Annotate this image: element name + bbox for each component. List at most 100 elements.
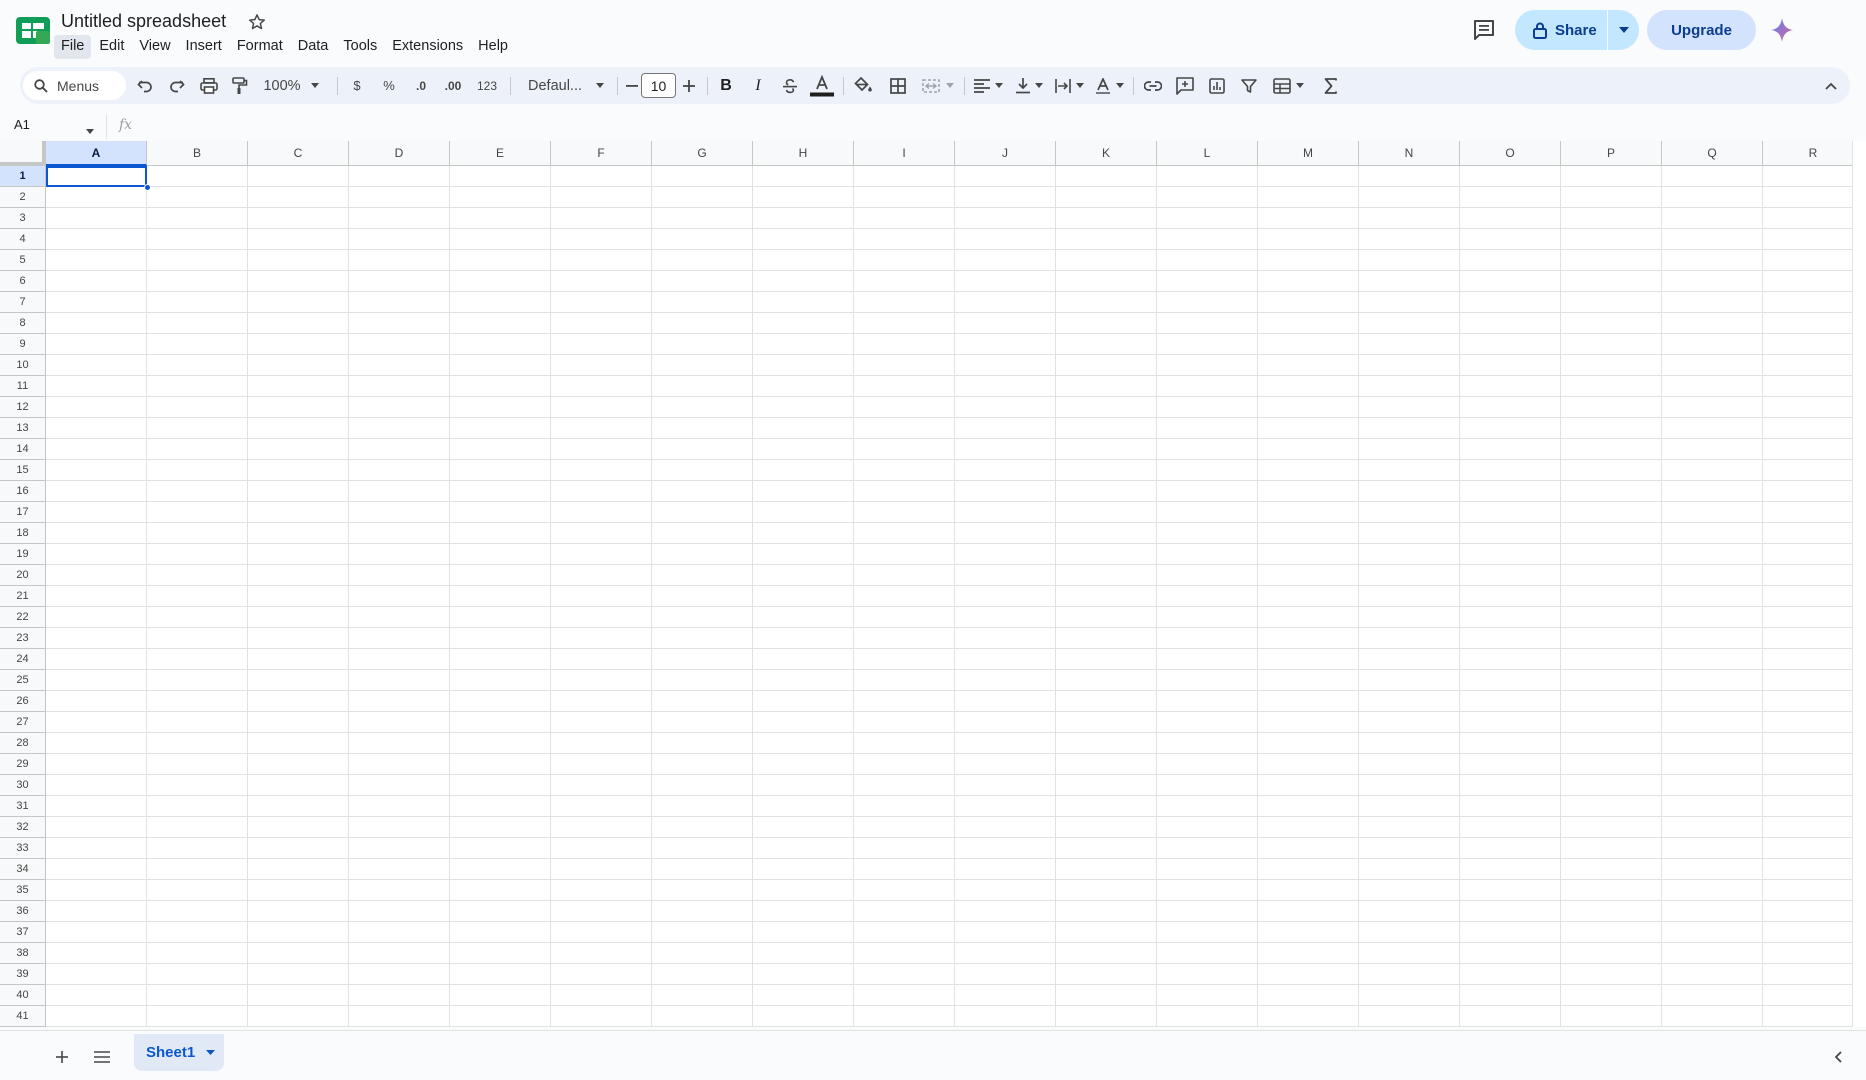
row-header[interactable]: 41 <box>0 1006 46 1027</box>
insert-link-icon[interactable] <box>1139 67 1167 104</box>
row-header[interactable]: 15 <box>0 460 46 481</box>
column-header[interactable]: F <box>551 141 652 166</box>
chevron-down-icon[interactable] <box>206 1050 216 1055</box>
row-header[interactable]: 6 <box>0 271 46 292</box>
column-header[interactable]: Q <box>1662 141 1763 166</box>
star-icon[interactable] <box>247 12 267 32</box>
row-header[interactable]: 35 <box>0 880 46 901</box>
row-header[interactable]: 29 <box>0 754 46 775</box>
italic-icon[interactable]: I <box>745 67 771 104</box>
paint-format-icon[interactable] <box>227 67 253 104</box>
functions-icon[interactable] <box>1317 67 1345 104</box>
fill-handle[interactable] <box>144 184 151 191</box>
all-sheets-icon[interactable] <box>90 1045 114 1069</box>
format-percent-button[interactable]: % <box>376 67 402 104</box>
column-header[interactable]: H <box>753 141 854 166</box>
undo-icon[interactable] <box>132 67 158 104</box>
upgrade-button[interactable]: Upgrade <box>1647 10 1756 50</box>
row-header[interactable]: 22 <box>0 607 46 628</box>
column-header[interactable]: O <box>1460 141 1561 166</box>
merge-cells-icon[interactable] <box>918 67 958 104</box>
row-header[interactable]: 31 <box>0 796 46 817</box>
comment-icon[interactable] <box>1472 18 1500 44</box>
row-header[interactable]: 38 <box>0 943 46 964</box>
insert-chart-icon[interactable] <box>1203 67 1231 104</box>
row-header[interactable]: 4 <box>0 229 46 250</box>
row-header[interactable]: 9 <box>0 334 46 355</box>
font-size-input[interactable]: 10 <box>641 73 676 98</box>
column-header[interactable]: J <box>955 141 1056 166</box>
row-header[interactable]: 5 <box>0 250 46 271</box>
column-header[interactable]: B <box>147 141 248 166</box>
row-header[interactable]: 16 <box>0 481 46 502</box>
row-header[interactable]: 39 <box>0 964 46 985</box>
bold-icon[interactable]: B <box>713 67 739 104</box>
increase-decimal-button[interactable]: .00 <box>438 67 468 104</box>
borders-icon[interactable] <box>884 67 912 104</box>
redo-icon[interactable] <box>164 67 190 104</box>
column-header[interactable]: R <box>1763 141 1864 166</box>
row-header[interactable]: 10 <box>0 355 46 376</box>
row-header[interactable]: 37 <box>0 922 46 943</box>
menu-insert[interactable]: Insert <box>179 35 229 59</box>
menu-edit[interactable]: Edit <box>92 35 131 59</box>
search-menus-button[interactable]: Menus <box>23 71 126 100</box>
collapse-sidepanel-icon[interactable] <box>1826 1045 1850 1069</box>
row-header[interactable]: 3 <box>0 208 46 229</box>
menu-help[interactable]: Help <box>471 35 515 59</box>
fill-color-icon[interactable] <box>850 67 878 104</box>
row-header[interactable]: 23 <box>0 628 46 649</box>
row-header[interactable]: 30 <box>0 775 46 796</box>
text-wrapping-icon[interactable] <box>1051 67 1087 104</box>
chevron-down-icon[interactable] <box>86 121 94 139</box>
row-header[interactable]: 14 <box>0 439 46 460</box>
row-header[interactable]: 8 <box>0 313 46 334</box>
text-color-icon[interactable] <box>808 67 836 104</box>
spreadsheet-grid[interactable]: ABCDEFGHIJKLMNOPQR 1 2 3 4 5 6 7 8 9 10 11 12 13 14 15… <box>0 141 1866 1027</box>
column-header[interactable]: I <box>854 141 955 166</box>
sheets-logo-icon[interactable] <box>16 17 50 44</box>
row-header[interactable]: 40 <box>0 985 46 1006</box>
increase-font-size-icon[interactable] <box>679 67 699 104</box>
filter-icon[interactable] <box>1235 67 1263 104</box>
column-header[interactable]: P <box>1561 141 1662 166</box>
row-header[interactable]: 33 <box>0 838 46 859</box>
decrease-font-size-icon[interactable] <box>623 67 641 104</box>
menu-view[interactable]: View <box>132 35 177 59</box>
more-formats-button[interactable]: 123 <box>472 67 502 104</box>
row-header[interactable]: 34 <box>0 859 46 880</box>
row-header[interactable]: 18 <box>0 523 46 544</box>
row-header[interactable]: 2 <box>0 187 46 208</box>
row-header[interactable]: 17 <box>0 502 46 523</box>
row-header[interactable]: 21 <box>0 586 46 607</box>
font-family-select[interactable]: Defaul... <box>517 67 617 104</box>
name-box[interactable]: A1 <box>14 117 30 132</box>
menu-data[interactable]: Data <box>291 35 336 59</box>
menu-format[interactable]: Format <box>230 35 290 59</box>
add-sheet-icon[interactable] <box>50 1045 74 1069</box>
zoom-select[interactable]: 100% <box>260 67 322 104</box>
row-header[interactable]: 25 <box>0 670 46 691</box>
share-button[interactable]: Share <box>1515 10 1639 50</box>
row-header[interactable]: 24 <box>0 649 46 670</box>
row-header[interactable]: 20 <box>0 565 46 586</box>
selected-cell[interactable] <box>46 166 147 187</box>
decrease-decimal-button[interactable]: .0 <box>407 67 435 104</box>
row-header[interactable]: 13 <box>0 418 46 439</box>
column-header[interactable]: A <box>46 141 147 166</box>
menu-extensions[interactable]: Extensions <box>385 35 470 59</box>
vertical-align-icon[interactable] <box>1011 67 1047 104</box>
row-header[interactable]: 1 <box>0 166 46 187</box>
menu-file[interactable]: File <box>54 35 92 59</box>
gemini-sparkle-icon[interactable] <box>1771 18 1793 42</box>
column-header[interactable]: K <box>1056 141 1157 166</box>
menu-tools[interactable]: Tools <box>336 35 384 59</box>
column-header[interactable]: L <box>1157 141 1258 166</box>
row-header[interactable]: 28 <box>0 733 46 754</box>
share-main-button[interactable]: Share <box>1515 10 1608 50</box>
collapse-toolbar-icon[interactable] <box>1820 67 1842 104</box>
insert-comment-icon[interactable] <box>1171 67 1199 104</box>
row-header[interactable]: 27 <box>0 712 46 733</box>
select-all-corner[interactable] <box>0 141 46 166</box>
print-icon[interactable] <box>195 67 223 104</box>
